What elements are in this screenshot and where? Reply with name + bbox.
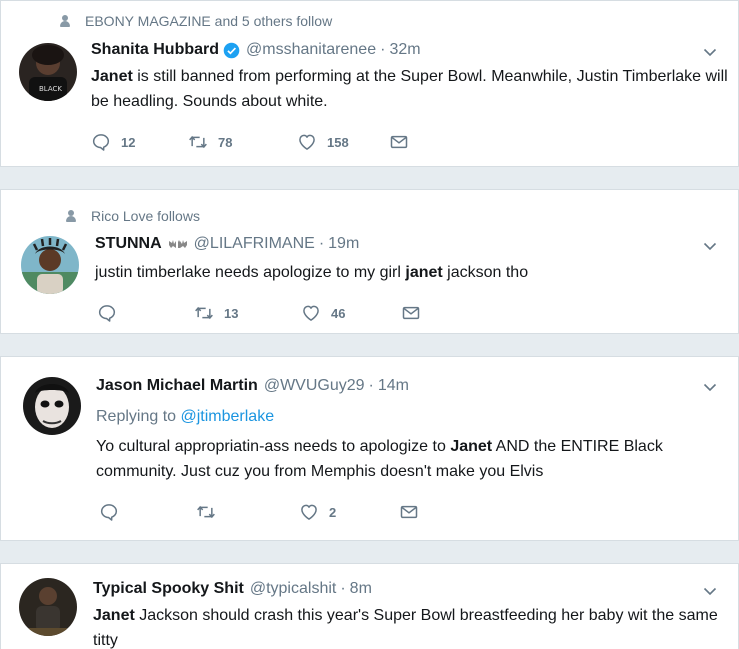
timestamp[interactable]: 14m: [378, 377, 409, 395]
reply-count: 12: [121, 134, 136, 150]
tweet-card[interactable]: EBONY MAGAZINE and 5 others follow BLACK…: [0, 0, 739, 167]
like-count: 2: [329, 504, 337, 520]
bat-emoji-icon: [168, 240, 187, 248]
timestamp[interactable]: 32m: [389, 41, 420, 59]
avatar[interactable]: BLACK: [19, 43, 77, 101]
heart-icon: [299, 502, 319, 522]
tweet-actions: 12 78 158: [91, 132, 409, 152]
reply-icon: [99, 502, 119, 522]
like-count: 158: [327, 134, 349, 150]
author-name[interactable]: Shanita Hubbard: [91, 41, 219, 59]
chevron-down-icon[interactable]: [702, 583, 718, 599]
replying-to-link[interactable]: @jtimberlake: [181, 408, 275, 425]
tweet-header: STUNNA @LILAFRIMANE · 19m: [95, 235, 359, 253]
retweet-icon: [188, 132, 208, 152]
social-context-text: Rico Love follows: [91, 208, 200, 224]
social-context-text: EBONY MAGAZINE and 5 others follow: [85, 13, 333, 29]
author-name[interactable]: STUNNA: [95, 235, 162, 253]
tweet-card[interactable]: Jason Michael Martin @WVUGuy29 · 14m Rep…: [0, 356, 739, 541]
dm-button[interactable]: [401, 303, 421, 323]
social-context: Rico Love follows: [65, 208, 200, 224]
tweet-card[interactable]: Typical Spooky Shit @typicalshit · 8m Ja…: [0, 563, 739, 649]
person-icon: [59, 15, 71, 27]
author-name[interactable]: Typical Spooky Shit: [93, 580, 244, 598]
like-button[interactable]: 158: [297, 132, 389, 152]
tweet-header: Typical Spooky Shit @typicalshit · 8m: [93, 580, 372, 598]
reply-icon: [97, 303, 117, 323]
tweet-header: Jason Michael Martin @WVUGuy29 · 14m: [96, 377, 409, 395]
social-context: EBONY MAGAZINE and 5 others follow: [59, 13, 332, 29]
reply-icon: [91, 132, 111, 152]
avatar[interactable]: [19, 578, 77, 636]
like-button[interactable]: 2: [299, 502, 399, 522]
retweet-count: 13: [224, 305, 239, 321]
author-handle[interactable]: @typicalshit: [250, 580, 337, 598]
chevron-down-icon[interactable]: [702, 238, 718, 254]
chevron-down-icon[interactable]: [702, 379, 718, 395]
tweet-text: justin timberlake needs apologize to my …: [95, 264, 529, 281]
retweet-button[interactable]: 78: [188, 132, 297, 152]
heart-icon: [301, 303, 321, 323]
author-handle[interactable]: @msshanitarenee: [246, 41, 376, 59]
envelope-icon: [389, 132, 409, 152]
tweet-header: Shanita Hubbard @msshanitarenee · 32m: [91, 41, 421, 59]
tweet-card[interactable]: Rico Love follows STUNNA @LILAFRIMANE · …: [0, 189, 739, 334]
like-button[interactable]: 46: [301, 303, 401, 323]
like-count: 46: [331, 305, 346, 321]
retweet-button[interactable]: 13: [194, 303, 301, 323]
avatar[interactable]: [23, 377, 81, 435]
avatar[interactable]: [21, 236, 79, 294]
tweet-text: Yo cultural appropriatin-ass needs to ap…: [96, 438, 663, 480]
author-handle[interactable]: @WVUGuy29: [264, 377, 365, 395]
timestamp[interactable]: 8m: [350, 580, 372, 598]
retweet-icon: [194, 303, 214, 323]
reply-button[interactable]: [97, 303, 194, 323]
retweet-count: 78: [218, 134, 233, 150]
reply-button[interactable]: [99, 502, 196, 522]
tweet-actions: 13 46: [97, 303, 421, 323]
author-handle[interactable]: @LILAFRIMANE: [194, 235, 315, 253]
person-icon: [65, 210, 77, 222]
replying-to-prefix: Replying to: [96, 408, 177, 425]
chevron-down-icon[interactable]: [702, 44, 718, 60]
separator: ·: [368, 377, 374, 394]
envelope-icon: [401, 303, 421, 323]
separator: ·: [340, 580, 346, 597]
verified-badge-icon: [223, 42, 240, 58]
svg-text:BLACK: BLACK: [39, 85, 62, 93]
tweet-text: Janet is still banned from performing at…: [91, 68, 728, 110]
timestamp[interactable]: 19m: [328, 235, 359, 253]
retweet-icon: [196, 502, 216, 522]
separator: ·: [318, 235, 325, 252]
reply-button[interactable]: 12: [91, 132, 188, 152]
retweet-button[interactable]: [196, 502, 299, 522]
tweet-text: Janet Jackson should crash this year's S…: [93, 607, 718, 649]
envelope-icon: [399, 502, 419, 522]
tweet-actions: 2: [99, 502, 419, 522]
dm-button[interactable]: [399, 502, 419, 522]
dm-button[interactable]: [389, 132, 409, 152]
separator: ·: [380, 41, 386, 58]
heart-icon: [297, 132, 317, 152]
replying-to: Replying to @jtimberlake: [96, 408, 274, 426]
author-name[interactable]: Jason Michael Martin: [96, 377, 258, 395]
